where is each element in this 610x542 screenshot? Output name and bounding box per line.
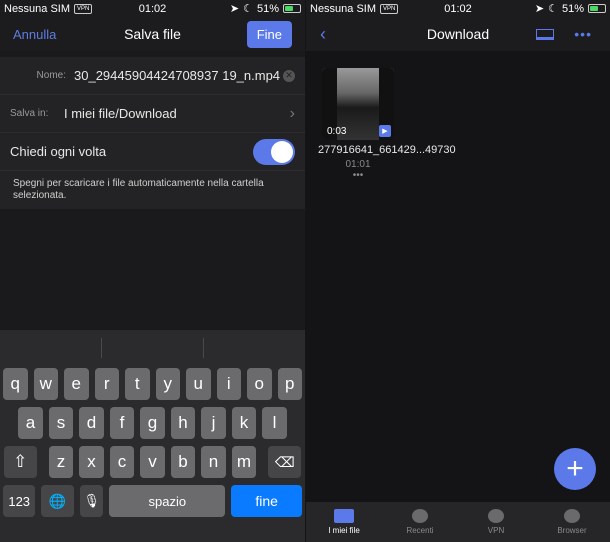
moon-icon: ☾ — [548, 3, 558, 15]
file-time: 01:01 — [345, 159, 371, 170]
key-u[interactable]: u — [186, 368, 211, 400]
laptop-icon[interactable] — [536, 28, 554, 40]
page-title: Salva file — [124, 26, 181, 42]
tab-my-files[interactable]: I miei file — [306, 502, 382, 542]
vpn-icon: VPN — [380, 3, 399, 14]
key-j[interactable]: j — [201, 407, 226, 439]
back-icon[interactable]: ‹ — [320, 24, 326, 45]
battery-percent: 51% — [561, 2, 584, 15]
shield-icon — [488, 509, 504, 523]
key-s[interactable]: s — [48, 407, 74, 439]
key-i[interactable]: i — [216, 368, 241, 400]
key-a[interactable]: a — [18, 407, 43, 439]
page-title: Download — [426, 26, 490, 42]
numbers-key[interactable]: 123 — [3, 485, 36, 517]
key-e[interactable]: e — [64, 368, 89, 400]
globe-icon[interactable]: 🌐 — [41, 485, 74, 517]
location-icon: ➤ — [229, 3, 240, 15]
key-h[interactable]: h — [170, 407, 196, 439]
clock: 01:02 — [444, 2, 472, 15]
hint-text: Spegni per scaricare i file automaticame… — [0, 171, 305, 209]
file-item[interactable]: 0:03 ▶ 277916641_661429...49730 01:01 ••… — [318, 68, 456, 181]
location-icon: ➤ — [534, 3, 545, 15]
key-g[interactable]: g — [140, 407, 165, 439]
ask-row: Chiedi ogni volta — [0, 133, 305, 171]
tab-vpn[interactable]: VPN — [458, 502, 534, 542]
keyboard: qwertyuiop asdfghjkl ⇧ zxcvbnm ⌫ 123 🌐 🎙… — [0, 330, 305, 542]
video-thumbnail[interactable]: 0:03 ▶ — [322, 68, 394, 140]
suggestion-bar — [0, 330, 305, 368]
moon-icon: ☾ — [243, 3, 253, 15]
key-z[interactable]: z — [48, 446, 74, 478]
compass-icon — [564, 509, 580, 523]
tab-bar: I miei file Recenti VPN Browser — [306, 502, 610, 542]
carrier: Nessuna SIM — [4, 2, 71, 15]
ask-label: Chiedi ogni volta — [10, 144, 107, 159]
more-icon[interactable]: ••• — [574, 26, 592, 42]
destination-label: Salva in: — [10, 108, 49, 119]
tab-label: Recenti — [406, 526, 434, 535]
add-button[interactable]: + — [554, 448, 596, 490]
battery-icon — [588, 4, 606, 13]
key-c[interactable]: c — [109, 446, 135, 478]
name-row: Nome: 30_29445904424708937 19_n.mp4 ✕ — [0, 57, 305, 95]
key-r[interactable]: r — [94, 368, 119, 400]
key-x[interactable]: x — [79, 446, 104, 478]
battery-icon — [283, 4, 301, 13]
key-l[interactable]: l — [262, 407, 287, 439]
key-t[interactable]: t — [125, 368, 150, 400]
download-navbar: ‹ Download ••• — [306, 17, 610, 51]
clock-icon — [412, 509, 428, 523]
key-o[interactable]: o — [247, 368, 272, 400]
carrier: Nessuna SIM — [310, 2, 377, 15]
fine-key[interactable]: fine — [231, 485, 302, 517]
battery-percent: 51% — [256, 2, 279, 15]
save-file-panel: Nessuna SIM VPN 01:02 ➤ ☾ 51% Annulla Salva… — [0, 0, 305, 542]
key-q[interactable]: q — [3, 368, 28, 400]
status-bar: Nessuna SIM VPN 01:02 ➤ ☾ 51% — [306, 0, 610, 17]
folder-icon — [334, 509, 354, 523]
file-more-icon[interactable]: ••• — [318, 170, 398, 181]
name-label: Nome: — [36, 70, 66, 81]
video-duration: 0:03 — [327, 126, 347, 137]
microphone-icon[interactable]: 🎙 — [79, 485, 104, 517]
ask-toggle[interactable] — [253, 138, 295, 165]
vpn-icon: VPN — [74, 3, 93, 14]
key-b[interactable]: b — [170, 446, 196, 478]
chevron-right-icon: › — [289, 104, 295, 122]
backspace-key[interactable]: ⌫ — [268, 446, 302, 478]
key-v[interactable]: v — [140, 446, 165, 478]
clear-icon[interactable]: ✕ — [283, 69, 295, 82]
key-m[interactable]: m — [231, 446, 257, 478]
key-y[interactable]: y — [155, 368, 180, 400]
tab-label: I miei file — [328, 526, 360, 535]
destination-value: I miei file/Download — [64, 106, 177, 121]
download-panel: Nessuna SIM VPN 01:02 ➤ ☾ 51% ‹ Download ••… — [306, 0, 610, 542]
shift-key[interactable]: ⇧ — [3, 446, 37, 478]
destination-row[interactable]: Salva in: I miei file/Download › — [0, 95, 305, 133]
status-bar: Nessuna SIM VPN 01:02 ➤ ☾ 51% — [0, 0, 305, 17]
space-key[interactable]: spazio — [109, 485, 226, 517]
file-name: 277916641_661429...49730 — [318, 144, 456, 156]
key-d[interactable]: d — [79, 407, 104, 439]
key-n[interactable]: n — [201, 446, 226, 478]
key-w[interactable]: w — [33, 368, 58, 400]
play-icon: ▶ — [379, 125, 391, 137]
key-k[interactable]: k — [231, 407, 257, 439]
name-field[interactable]: 30_29445904424708937 19_n.mp4 — [74, 68, 283, 83]
tab-recent[interactable]: Recenti — [382, 502, 458, 542]
clock: 01:02 — [138, 2, 167, 15]
tab-label: VPN — [487, 526, 505, 535]
tab-browser[interactable]: Browser — [534, 502, 610, 542]
done-button[interactable]: Fine — [246, 20, 292, 48]
key-f[interactable]: f — [109, 407, 135, 439]
cancel-button[interactable]: Annulla — [13, 27, 56, 42]
key-p[interactable]: p — [277, 368, 302, 400]
save-navbar: Annulla Salva file Fine — [0, 17, 305, 51]
tab-label: Browser — [557, 526, 587, 535]
